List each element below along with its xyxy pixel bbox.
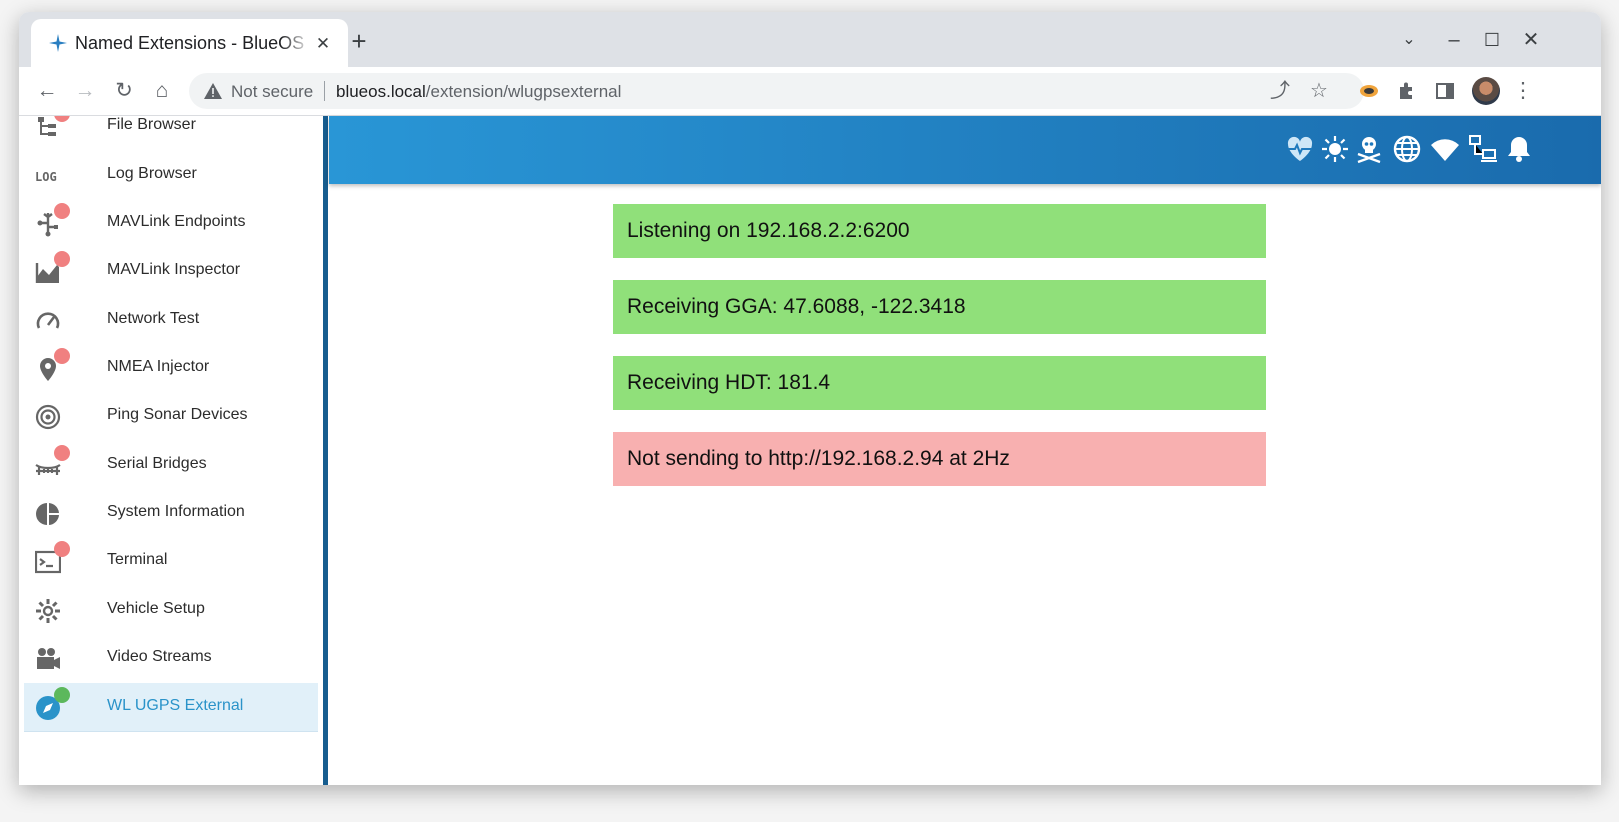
status-listening: Listening on 192.168.2.2:6200 (613, 204, 1266, 258)
sidebar-item-label: Network Test (107, 310, 200, 327)
sidebar-item-nmea-injector[interactable]: NMEA Injector (24, 344, 318, 392)
bell-icon[interactable] (1504, 134, 1534, 164)
sidebar-item-label: MAVLink Endpoints (107, 213, 246, 230)
warning-icon (204, 83, 222, 99)
chart-pie-icon (36, 503, 59, 525)
maximize-button[interactable]: ☐ (1477, 26, 1507, 54)
sidebar-item-mavlink-inspector[interactable]: MAVLink Inspector (24, 247, 318, 295)
skull-crossbones-icon[interactable] (1354, 134, 1384, 164)
status-sending: Not sending to http://192.168.2.94 at 2H… (613, 432, 1266, 486)
globe-icon[interactable] (1392, 134, 1422, 164)
back-button[interactable]: ← (33, 77, 61, 105)
profile-avatar[interactable] (1472, 77, 1500, 105)
heart-pulse-icon[interactable] (1285, 134, 1315, 164)
side-panel-icon[interactable] (1431, 77, 1459, 105)
sidebar-item-label: Serial Bridges (107, 455, 207, 472)
speedometer-icon (36, 312, 60, 329)
tab-title: Named Extensions - BlueOS (75, 33, 305, 53)
blueos-favicon-icon (49, 34, 67, 52)
sidebar-item-label: Ping Sonar Devices (107, 406, 248, 423)
tab-strip: Named Extensions - BlueOS ✕ + ⌄ – ☐ ✕ (19, 12, 1601, 67)
forward-button[interactable]: → (71, 77, 99, 105)
url-path: /extension/wlugpsexternal (425, 82, 622, 101)
extension-app-icon[interactable] (1355, 77, 1383, 105)
not-secure-label: Not secure (231, 82, 314, 101)
gear-icon (36, 599, 60, 623)
sidebar-item-vehicle-setup[interactable]: Vehicle Setup (24, 586, 318, 634)
video-camera-icon (37, 648, 60, 669)
tab-title-fade (281, 27, 311, 57)
extensions-puzzle-icon[interactable] (1393, 77, 1421, 105)
tab-close-icon[interactable]: ✕ (314, 35, 332, 53)
address-bar[interactable]: Not secure blueos.local/extension/wlugps… (189, 73, 1364, 109)
sidebar-item-label: System Information (107, 503, 245, 520)
home-button[interactable]: ⌂ (148, 77, 176, 105)
minimize-button[interactable]: – (1439, 26, 1469, 54)
url-text: blueos.local/extension/wlugpsexternal (336, 82, 621, 102)
browser-window: Named Extensions - BlueOS ✕ + ⌄ – ☐ ✕ ← … (19, 12, 1601, 785)
status-hdt: Receiving HDT: 181.4 (613, 356, 1266, 410)
status-badge-error (54, 445, 70, 461)
network-icon[interactable] (1468, 134, 1498, 164)
reload-button[interactable]: ↻ (110, 77, 138, 105)
browser-menu-icon[interactable]: ⋮ (1509, 77, 1537, 105)
app-bar (329, 116, 1601, 184)
sidebar-item-label: Video Streams (107, 648, 212, 665)
sidebar-item-label: Terminal (107, 551, 168, 568)
sidebar-item-mavlink-endpoints[interactable]: MAVLink Endpoints (24, 199, 318, 247)
status-badge-error (54, 348, 70, 364)
sidebar-item-label: WL UGPS External (107, 697, 244, 714)
status-badge-error (54, 251, 70, 267)
sidebar-item-terminal[interactable]: Terminal (24, 537, 318, 585)
url-host: blueos.local (336, 82, 426, 101)
log-icon: LOG (35, 170, 57, 184)
status-gga: Receiving GGA: 47.6088, -122.3418 (613, 280, 1266, 334)
new-tab-button[interactable]: + (345, 28, 373, 56)
sonar-icon (35, 404, 61, 430)
sidebar-item-serial-bridges[interactable]: Serial Bridges (24, 441, 318, 489)
bookmark-star-icon[interactable]: ☆ (1306, 78, 1332, 104)
sidebar-item-log-browser[interactable]: LOG Log Browser (24, 151, 318, 199)
wifi-icon[interactable] (1430, 134, 1460, 164)
share-icon[interactable]: ⤴ (1267, 78, 1293, 104)
omnibox-separator (324, 81, 325, 101)
status-badge-error (54, 541, 70, 557)
sidebar-item-file-browser[interactable]: File Browser (24, 116, 318, 150)
drawer-border (323, 116, 328, 785)
tab-search-icon[interactable]: ⌄ (1394, 26, 1424, 54)
sidebar-item-wl-ugps-external[interactable]: WL UGPS External (24, 683, 318, 732)
sidebar-item-label: File Browser (107, 116, 196, 133)
status-badge-error (54, 203, 70, 219)
sidebar-item-network-test[interactable]: Network Test (24, 296, 318, 344)
page-content: File Browser LOG Log Browser MAVLink Endpoi… (19, 116, 1601, 785)
status-badge-ok (54, 687, 70, 703)
sidebar-item-label: Vehicle Setup (107, 600, 205, 617)
browser-toolbar: ← → ↻ ⌂ Not secure blueos.local/extensio… (19, 67, 1601, 116)
navigation-drawer: File Browser LOG Log Browser MAVLink Endpoi… (19, 116, 324, 785)
sidebar-item-label: Log Browser (107, 165, 197, 182)
sidebar-item-system-information[interactable]: System Information (24, 489, 318, 537)
browser-tab[interactable]: Named Extensions - BlueOS ✕ (31, 19, 348, 67)
sidebar-item-label: MAVLink Inspector (107, 261, 241, 278)
sidebar-item-label: NMEA Injector (107, 358, 210, 375)
brightness-icon[interactable] (1320, 134, 1350, 164)
close-window-button[interactable]: ✕ (1516, 26, 1546, 54)
sidebar-item-ping-sonar-devices[interactable]: Ping Sonar Devices (24, 392, 318, 440)
svg-text:LOG: LOG (35, 170, 57, 184)
sidebar-item-video-streams[interactable]: Video Streams (24, 634, 318, 682)
